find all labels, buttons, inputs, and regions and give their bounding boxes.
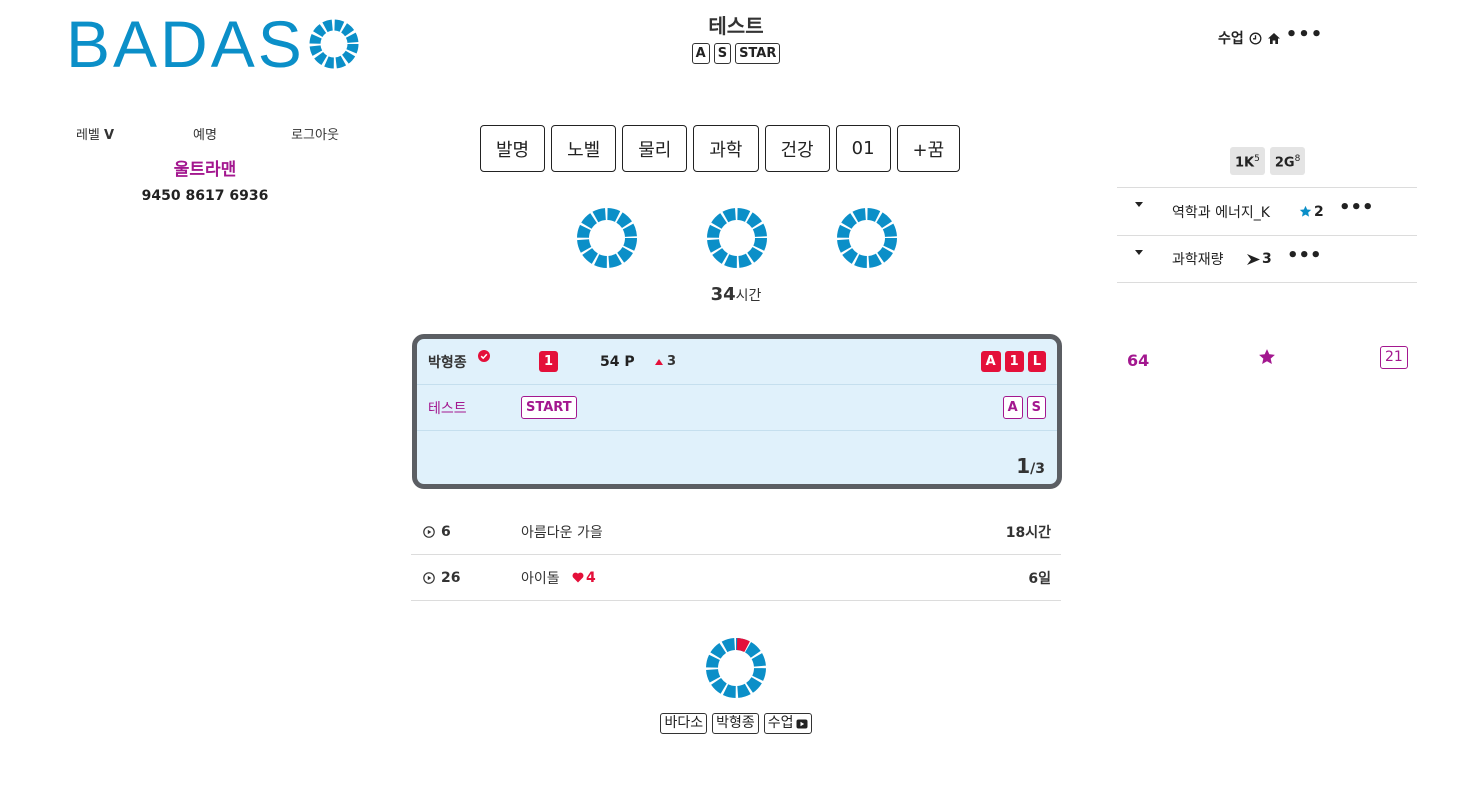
more-icon[interactable]: •••	[1287, 245, 1322, 266]
badge-exp: 8	[1294, 154, 1301, 164]
user-menu: 레벨 V 예명 로그아웃	[40, 124, 370, 143]
item-title[interactable]: 아이돌	[521, 568, 560, 588]
course-value: 2	[1314, 203, 1324, 220]
ring-icon[interactable]	[576, 207, 638, 269]
arrow-right-icon	[1247, 253, 1260, 265]
home-icon[interactable]	[1267, 32, 1281, 45]
class-button-label: 수업	[767, 715, 794, 731]
list-item[interactable]: 26 아이돌 4 6일	[411, 555, 1061, 601]
caret-down-icon[interactable]	[1135, 202, 1143, 207]
hours-value: 34	[710, 284, 736, 305]
more-icon[interactable]: •••	[1286, 24, 1324, 45]
list-item[interactable]: 6 아름다운 가을 18시간	[411, 509, 1061, 555]
tab-science[interactable]: 과학	[693, 125, 759, 172]
heart-icon	[572, 572, 584, 583]
tag-1: 1	[1004, 351, 1024, 372]
course-title[interactable]: 과학재량	[1172, 249, 1224, 269]
tab-invention[interactable]: 발명	[480, 125, 546, 172]
star-icon	[1299, 205, 1312, 217]
tab-add-dream[interactable]: +꿈	[896, 125, 961, 172]
tag-s[interactable]: S	[1026, 396, 1046, 419]
tag-a: A	[980, 351, 1001, 372]
view-count: 26	[441, 569, 461, 586]
badge-exp: 5	[1254, 154, 1260, 164]
level-link[interactable]: 레벨 V	[40, 124, 150, 143]
pager-current: 1	[1016, 454, 1031, 478]
user-name[interactable]: 울트라맨	[40, 155, 370, 180]
course-label[interactable]: 테스트	[428, 398, 467, 418]
header-right: 수업 •••	[1218, 24, 1323, 48]
category-tabs: 발명 노벨 물리 과학 건강 01 +꿈	[480, 125, 961, 172]
logout-link[interactable]: 로그아웃	[260, 124, 370, 143]
pager-total: /3	[1030, 461, 1045, 477]
tab-01[interactable]: 01	[835, 125, 891, 172]
play-circle-icon	[423, 525, 435, 538]
course-row[interactable]: 과학재량 3 •••	[1117, 235, 1417, 283]
author-name[interactable]: 박형종	[428, 352, 467, 372]
start-badge[interactable]: START	[521, 396, 577, 419]
tag-l: L	[1027, 351, 1046, 372]
tab-health[interactable]: 건강	[764, 125, 830, 172]
course-row[interactable]: 역학과 에너지_K 2 •••	[1117, 187, 1417, 235]
level-badges: 1K5 2G8	[1230, 147, 1306, 176]
points: 54 P	[600, 353, 635, 370]
item-title[interactable]: 아름다운 가을	[521, 522, 603, 542]
user-number: 9450 8617 6936	[141, 188, 269, 204]
tab-physics[interactable]: 물리	[622, 125, 688, 172]
logo[interactable]: BADAS	[66, 7, 360, 81]
post-card[interactable]: 박형종 1 54 P 3 A 1 L 테스트 START A S 1/3	[412, 334, 1062, 489]
course-tags: A S	[1002, 396, 1046, 419]
logo-text: BADAS	[66, 7, 305, 81]
tag-a[interactable]: A	[1002, 396, 1023, 419]
tab-nobel[interactable]: 노벨	[551, 125, 617, 172]
level-label: 레벨	[75, 128, 100, 143]
star-icon[interactable]	[1258, 348, 1276, 366]
play-circle-icon	[423, 571, 435, 584]
clock-icon[interactable]	[1249, 32, 1262, 45]
course-value: 3	[1262, 251, 1272, 267]
badge-2g: 2G8	[1269, 147, 1306, 176]
rank-delta: 3	[667, 354, 677, 369]
badge-base: 1K	[1235, 155, 1255, 171]
level-value: V	[104, 128, 115, 143]
pager: 1/3	[1016, 454, 1045, 478]
card-row-course: 테스트 START A S	[417, 385, 1057, 431]
verified-icon	[478, 350, 490, 362]
honor-link[interactable]: 예명	[150, 124, 260, 143]
badaso-button[interactable]: 바다소	[660, 713, 708, 734]
class-link[interactable]: 수업	[1218, 28, 1244, 48]
stat-badge[interactable]: 21	[1380, 346, 1408, 369]
view-count: 6	[441, 523, 451, 540]
hours-unit: 시간	[735, 288, 762, 304]
play-icon	[796, 719, 808, 728]
badge-s[interactable]: S	[713, 43, 732, 64]
stat-count: 64	[1127, 351, 1150, 370]
triangle-up-icon	[655, 359, 663, 365]
badge-base: 2G	[1274, 155, 1295, 171]
caret-down-icon[interactable]	[1135, 250, 1143, 255]
author-tags: A 1 L	[980, 351, 1046, 372]
rank-badge: 1	[539, 351, 559, 372]
total-hours: 34시간	[636, 284, 836, 305]
footer-buttons: 바다소 박형종 수업	[636, 713, 836, 734]
ring-icon[interactable]	[706, 207, 768, 269]
progress-ring-icon	[706, 638, 766, 698]
item-time: 6일	[1028, 570, 1051, 587]
like-count: 4	[586, 569, 596, 586]
page-title: 테스트	[708, 14, 764, 38]
logo-ring-icon	[309, 19, 359, 69]
badge-a[interactable]: A	[691, 43, 710, 64]
item-time: 18시간	[1005, 524, 1051, 541]
badge-star[interactable]: STAR	[735, 43, 781, 64]
more-icon[interactable]: •••	[1339, 197, 1374, 218]
course-title[interactable]: 역학과 에너지_K	[1172, 202, 1270, 222]
ring-icon[interactable]	[836, 207, 898, 269]
class-button[interactable]: 수업	[763, 713, 812, 734]
badge-1k: 1K5	[1230, 147, 1265, 176]
author-button[interactable]: 박형종	[712, 713, 759, 734]
title-badges: A S STAR	[636, 43, 836, 64]
card-row-author: 박형종 1 54 P 3 A 1 L	[417, 339, 1057, 385]
